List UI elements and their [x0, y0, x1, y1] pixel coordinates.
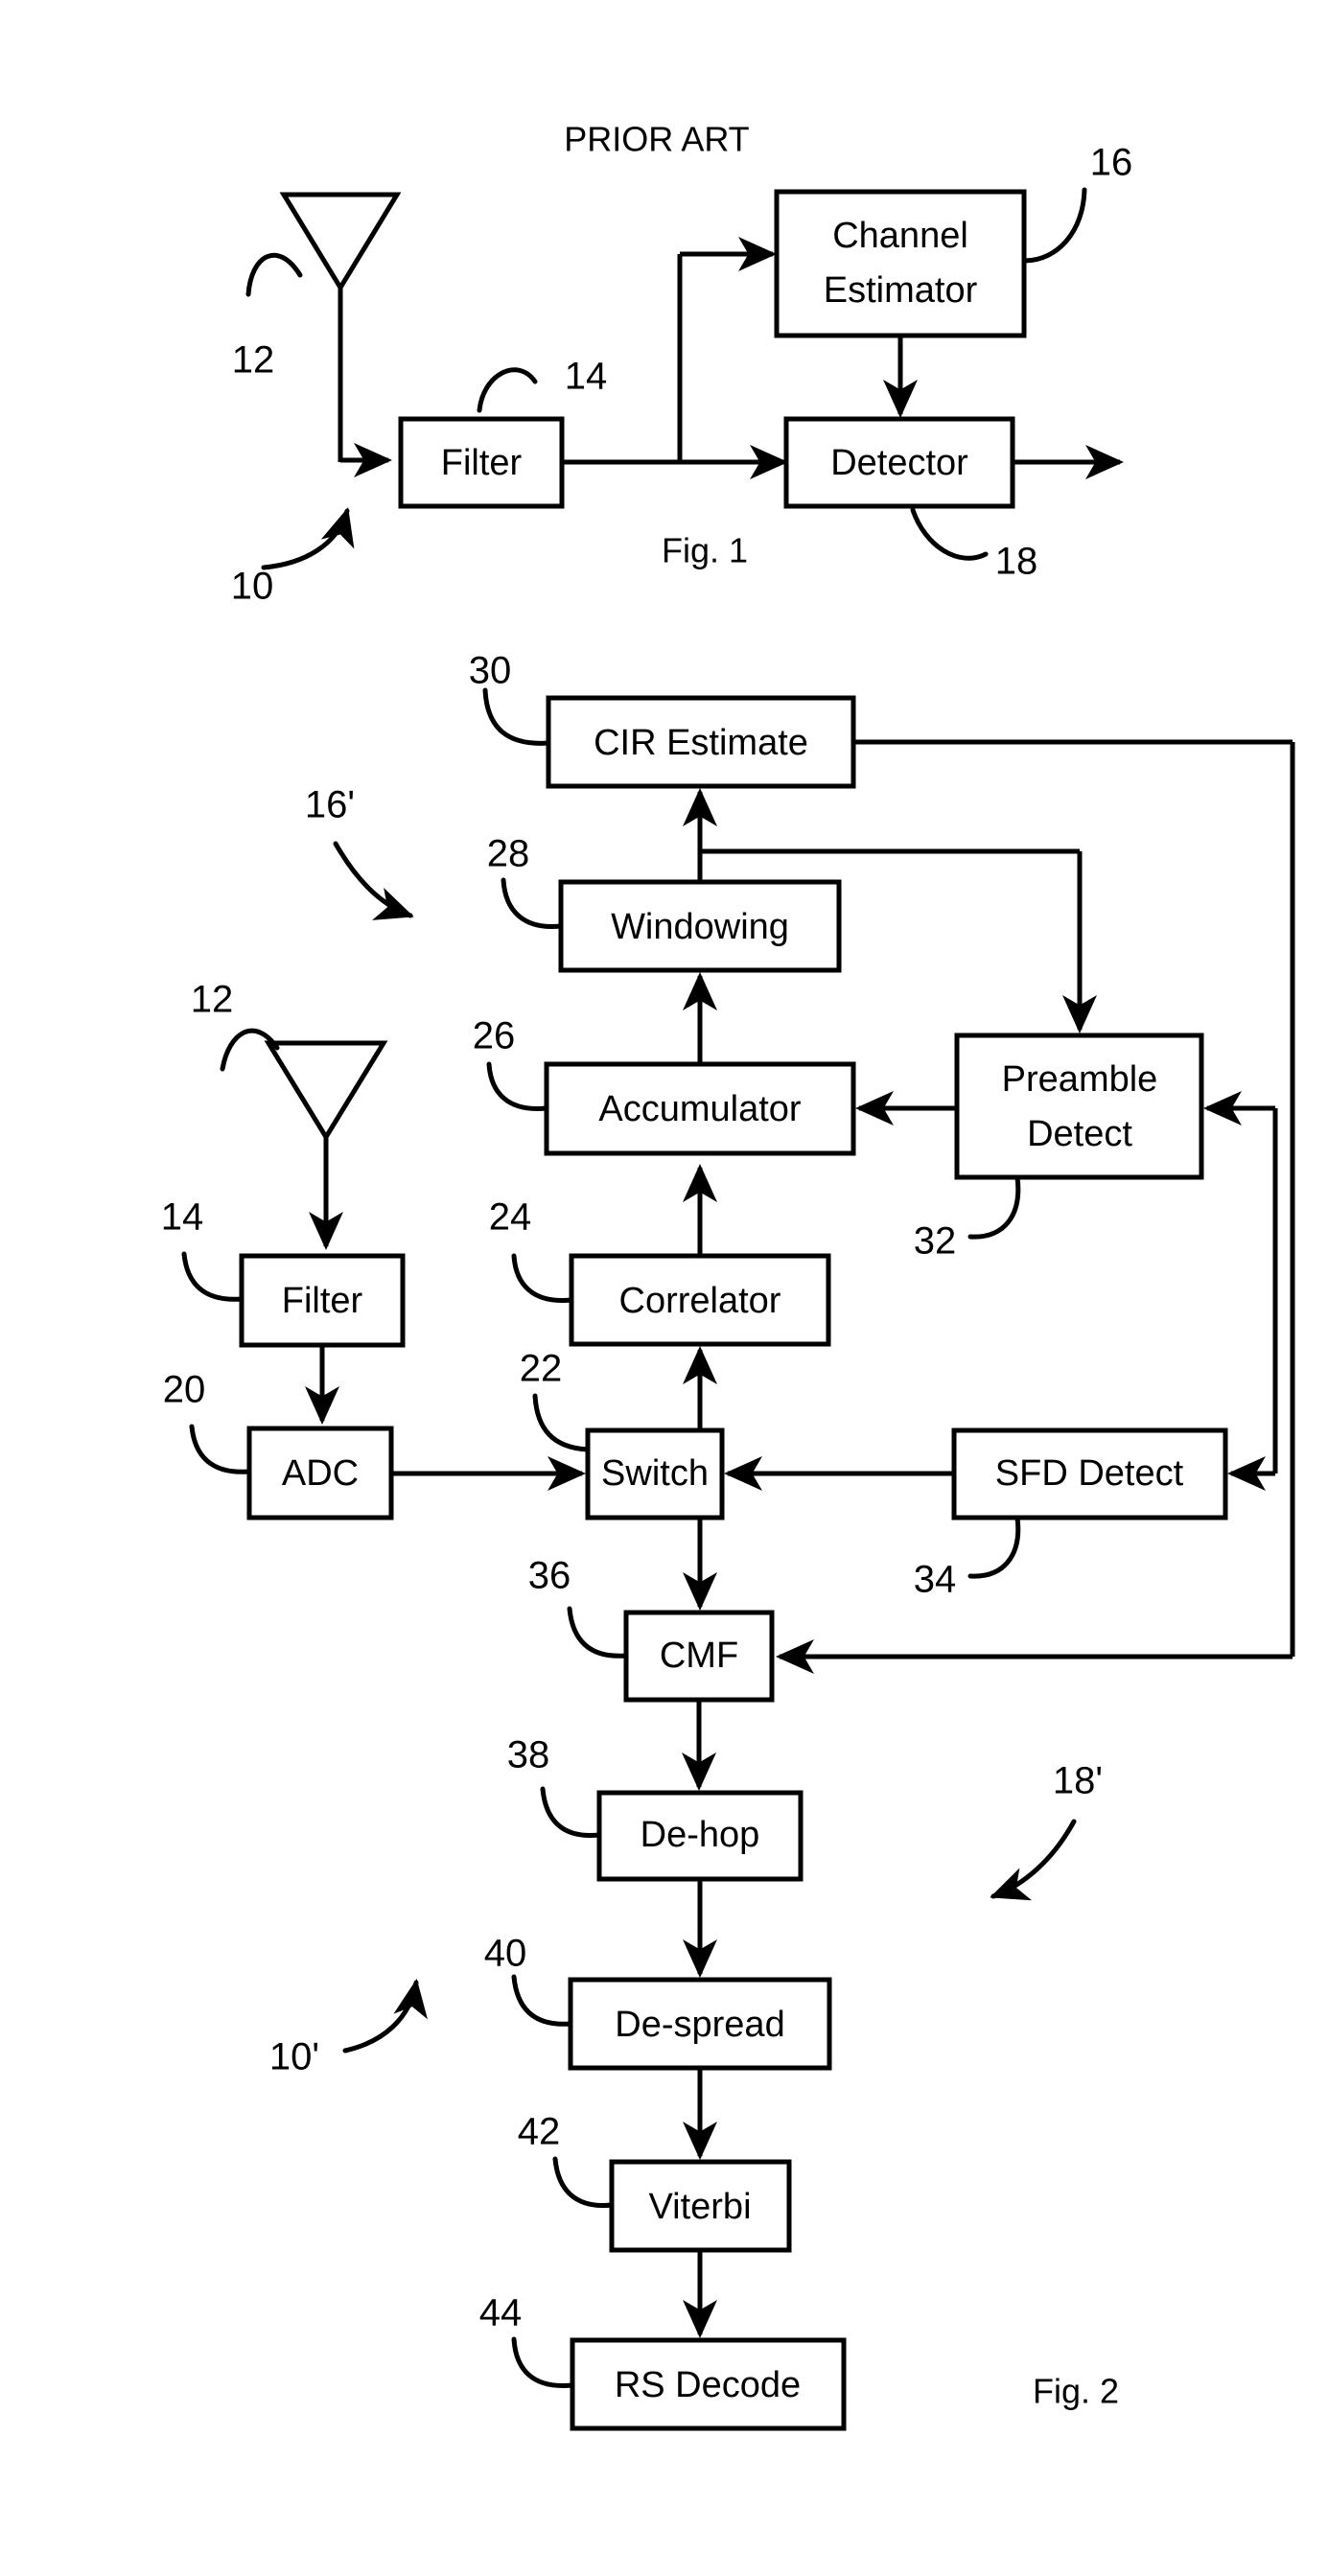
ref-number-16-fig1: 16	[1090, 142, 1133, 184]
ref-number-26: 26	[473, 1015, 516, 1057]
block-label-viterbi: Viterbi	[648, 2187, 751, 2227]
block-label-channel-estimator-line2: Estimator	[824, 270, 978, 311]
ref-number-28: 28	[487, 833, 530, 875]
block-dehop: De-hop	[596, 1790, 804, 1882]
ref-number-40: 40	[484, 1933, 527, 1975]
block-label-preamble-detect-line2: Detect	[1027, 1114, 1132, 1154]
block-label-filter-fig1: Filter	[441, 443, 523, 483]
block-channel-estimator-fig1: Channel Estimator	[774, 189, 1027, 338]
block-windowing: Windowing	[558, 879, 842, 973]
ref-number-12-fig2: 12	[191, 979, 234, 1021]
block-filter-fig1: Filter	[398, 416, 565, 509]
block-label-cmf: CMF	[660, 1636, 738, 1676]
ref-number-44: 44	[479, 2292, 523, 2334]
ref-number-22: 22	[520, 1348, 563, 1390]
block-switch: Switch	[585, 1427, 725, 1520]
block-label-filter-fig2: Filter	[282, 1281, 363, 1321]
ref-number-38: 38	[507, 1734, 550, 1776]
ref-number-20: 20	[163, 1369, 206, 1411]
block-label-cir-estimate: CIR Estimate	[594, 723, 808, 763]
ref-number-18-fig1: 18	[995, 541, 1038, 583]
block-rs-decode: RS Decode	[570, 2337, 847, 2431]
block-label-preamble-detect-line1: Preamble	[1002, 1059, 1158, 1100]
block-filter-fig2: Filter	[239, 1253, 406, 1348]
block-label-dehop: De-hop	[641, 1815, 760, 1855]
prior-art-note: PRIOR ART	[564, 120, 749, 159]
block-label-sfd-detect: SFD Detect	[995, 1453, 1184, 1494]
ref-number-32: 32	[914, 1220, 957, 1263]
ref-number-30: 30	[469, 650, 512, 692]
ref-number-14-fig2: 14	[161, 1196, 204, 1239]
figure-2-caption: Fig. 2	[1033, 2372, 1119, 2411]
block-accumulator: Accumulator	[544, 1061, 856, 1156]
block-preamble-detect: Preamble Detect	[954, 1033, 1204, 1180]
figure-canvas: PRIOR ART 12 Filter 14 Channel Estimator…	[0, 0, 1328, 2576]
block-sfd-detect: SFD Detect	[951, 1427, 1228, 1520]
ref-number-12-fig1: 12	[232, 339, 275, 382]
block-label-correlator: Correlator	[619, 1281, 781, 1321]
block-adc: ADC	[246, 1426, 394, 1520]
block-correlator: Correlator	[569, 1253, 831, 1347]
block-label-despread: De-spread	[615, 2005, 784, 2045]
ref-number-10-fig1: 10	[231, 566, 274, 608]
ref-number-42: 42	[518, 2111, 561, 2153]
block-label-channel-estimator-line1: Channel	[832, 216, 968, 256]
block-viterbi: Viterbi	[609, 2159, 792, 2253]
block-cir-estimate: CIR Estimate	[546, 695, 856, 789]
block-despread: De-spread	[568, 1977, 832, 2071]
ref-number-24: 24	[489, 1196, 532, 1239]
block-cmf: CMF	[623, 1610, 775, 1703]
ref-number-18-prime: 18'	[1053, 1760, 1103, 1802]
ref-number-10-prime: 10'	[269, 2036, 319, 2078]
block-label-rs-decode: RS Decode	[615, 2365, 801, 2405]
patent-figure-sheet: PRIOR ART 12 Filter 14 Channel Estimator…	[0, 0, 1328, 2576]
ref-number-36: 36	[528, 1555, 571, 1597]
block-label-switch: Switch	[601, 1453, 709, 1494]
block-label-adc: ADC	[282, 1453, 359, 1494]
ref-number-14-fig1: 14	[565, 356, 608, 398]
ref-number-34: 34	[914, 1559, 957, 1601]
figure-1-caption: Fig. 1	[662, 531, 748, 570]
block-label-windowing: Windowing	[611, 907, 789, 947]
block-detector-fig1: Detector	[783, 416, 1015, 509]
block-label-accumulator: Accumulator	[598, 1089, 802, 1129]
ref-number-16-prime: 16'	[305, 784, 355, 826]
block-label-detector-fig1: Detector	[830, 443, 968, 483]
